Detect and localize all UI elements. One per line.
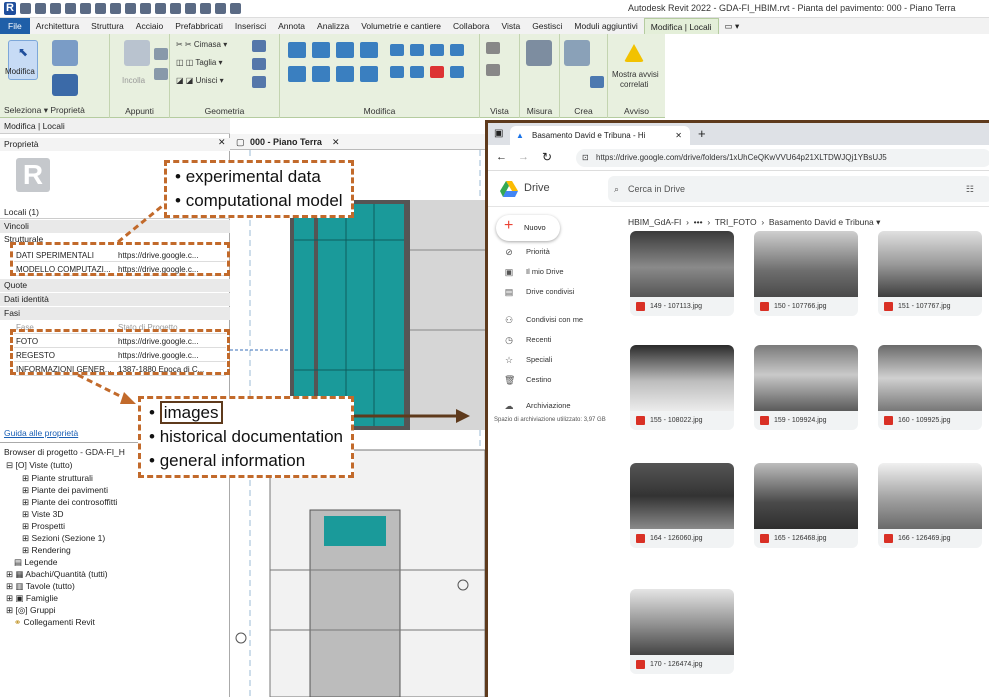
callout-bullet: • computational model — [175, 191, 343, 210]
callout-bullet: • experimental data — [175, 167, 321, 186]
callout-bullet: • general information — [149, 451, 306, 470]
callout-bullet: • historical documentation — [149, 427, 344, 446]
callout-top: • experimental data • computational mode… — [164, 160, 354, 218]
callout-bottom: • images • historical documentation • ge… — [138, 396, 355, 478]
callout-arrows — [77, 194, 470, 423]
callout-bullet: • images — [149, 401, 343, 425]
